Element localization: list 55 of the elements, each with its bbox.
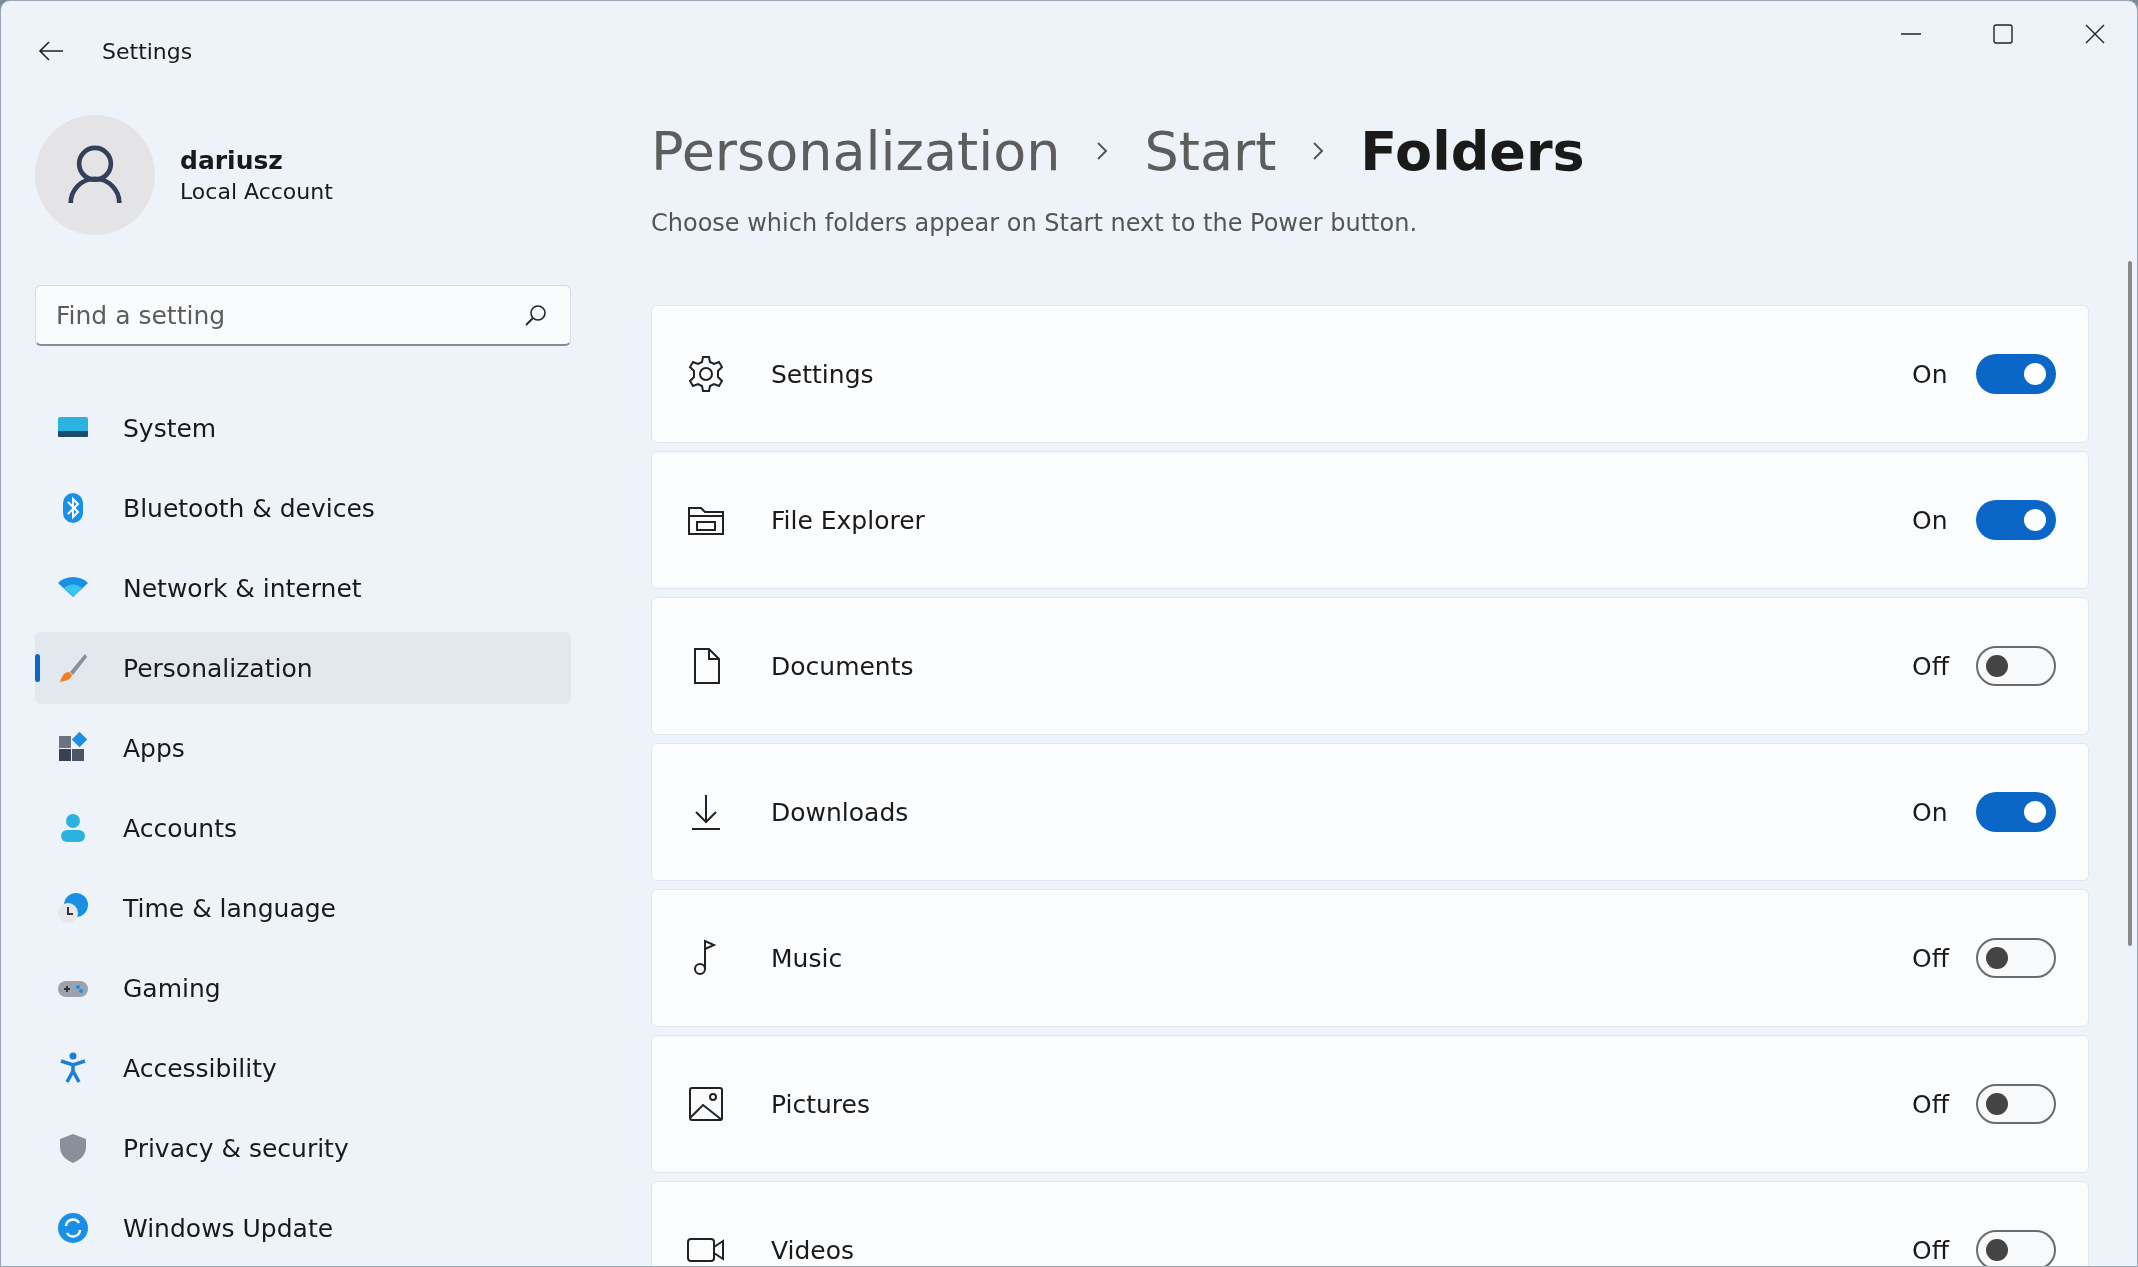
nav-item[interactable]: Accessibility <box>35 1032 571 1104</box>
nav-item[interactable]: Gaming <box>35 952 571 1024</box>
nav-item[interactable]: Network & internet <box>35 552 571 624</box>
breadcrumb-item[interactable]: Start <box>1144 119 1277 183</box>
toggle-status: Off <box>1912 943 1951 973</box>
page-description: Choose which folders appear on Start next to the Power button. <box>651 209 1419 237</box>
nav-item[interactable]: Personalization <box>35 632 571 704</box>
search-icon[interactable] <box>525 304 547 326</box>
toggle-switch[interactable] <box>1976 354 2056 394</box>
nav-item[interactable]: Windows Update <box>35 1192 571 1264</box>
search-field[interactable]: Find a setting <box>35 285 571 346</box>
nav-item[interactable]: System <box>35 392 571 464</box>
toggle-switch[interactable] <box>1976 938 2056 978</box>
close-icon[interactable] <box>2085 24 2105 44</box>
nav-item[interactable]: Privacy & security <box>35 1112 571 1184</box>
folder-label: Documents <box>771 651 915 681</box>
folder-label: Pictures <box>771 1089 871 1119</box>
toggle-status: Off <box>1912 1089 1951 1119</box>
folder-label: Music <box>771 943 844 973</box>
shield-icon <box>57 1132 89 1164</box>
update-icon <box>57 1212 89 1244</box>
toggle-status: Off <box>1912 651 1951 681</box>
chevron-right-icon <box>1096 141 1109 161</box>
toggle-switch[interactable] <box>1976 500 2056 540</box>
globe-clock-icon <box>57 892 89 924</box>
toggle-switch[interactable] <box>1976 792 2056 832</box>
folder-label: Videos <box>771 1235 856 1265</box>
paintbrush-icon <box>57 652 89 684</box>
back-arrow-icon[interactable] <box>38 41 64 61</box>
breadcrumb-item[interactable]: Personalization <box>651 119 1061 183</box>
toggle-switch[interactable] <box>1976 1084 2056 1124</box>
toggle-status: On <box>1912 359 1949 389</box>
selection-indicator <box>35 654 40 682</box>
maximize-icon[interactable] <box>1993 24 2013 44</box>
picture-icon <box>686 1084 726 1124</box>
account-type: Local Account <box>180 179 333 204</box>
toggle-status: On <box>1912 797 1949 827</box>
nav-item[interactable]: Bluetooth & devices <box>35 472 571 544</box>
folder-label: Downloads <box>771 797 910 827</box>
account-name: dariusz <box>180 146 284 175</box>
chevron-right-icon <box>1312 141 1325 161</box>
apps-icon <box>57 732 89 764</box>
folder-label: File Explorer <box>771 505 926 535</box>
window-title: Settings <box>102 38 193 64</box>
gear-icon <box>686 354 726 394</box>
toggle-switch[interactable] <box>1976 646 2056 686</box>
toggle-status: On <box>1912 505 1949 535</box>
nav-item[interactable]: Apps <box>35 712 571 784</box>
scrollbar[interactable] <box>2128 261 2132 946</box>
toggle-status: Off <box>1912 1235 1951 1265</box>
toggle-switch[interactable] <box>1976 1230 2056 1266</box>
nav-item[interactable]: Time & language <box>35 872 571 944</box>
nav-item[interactable]: Accounts <box>35 792 571 864</box>
breadcrumb-item: Folders <box>1360 119 1585 183</box>
folder-label: Settings <box>771 359 875 389</box>
